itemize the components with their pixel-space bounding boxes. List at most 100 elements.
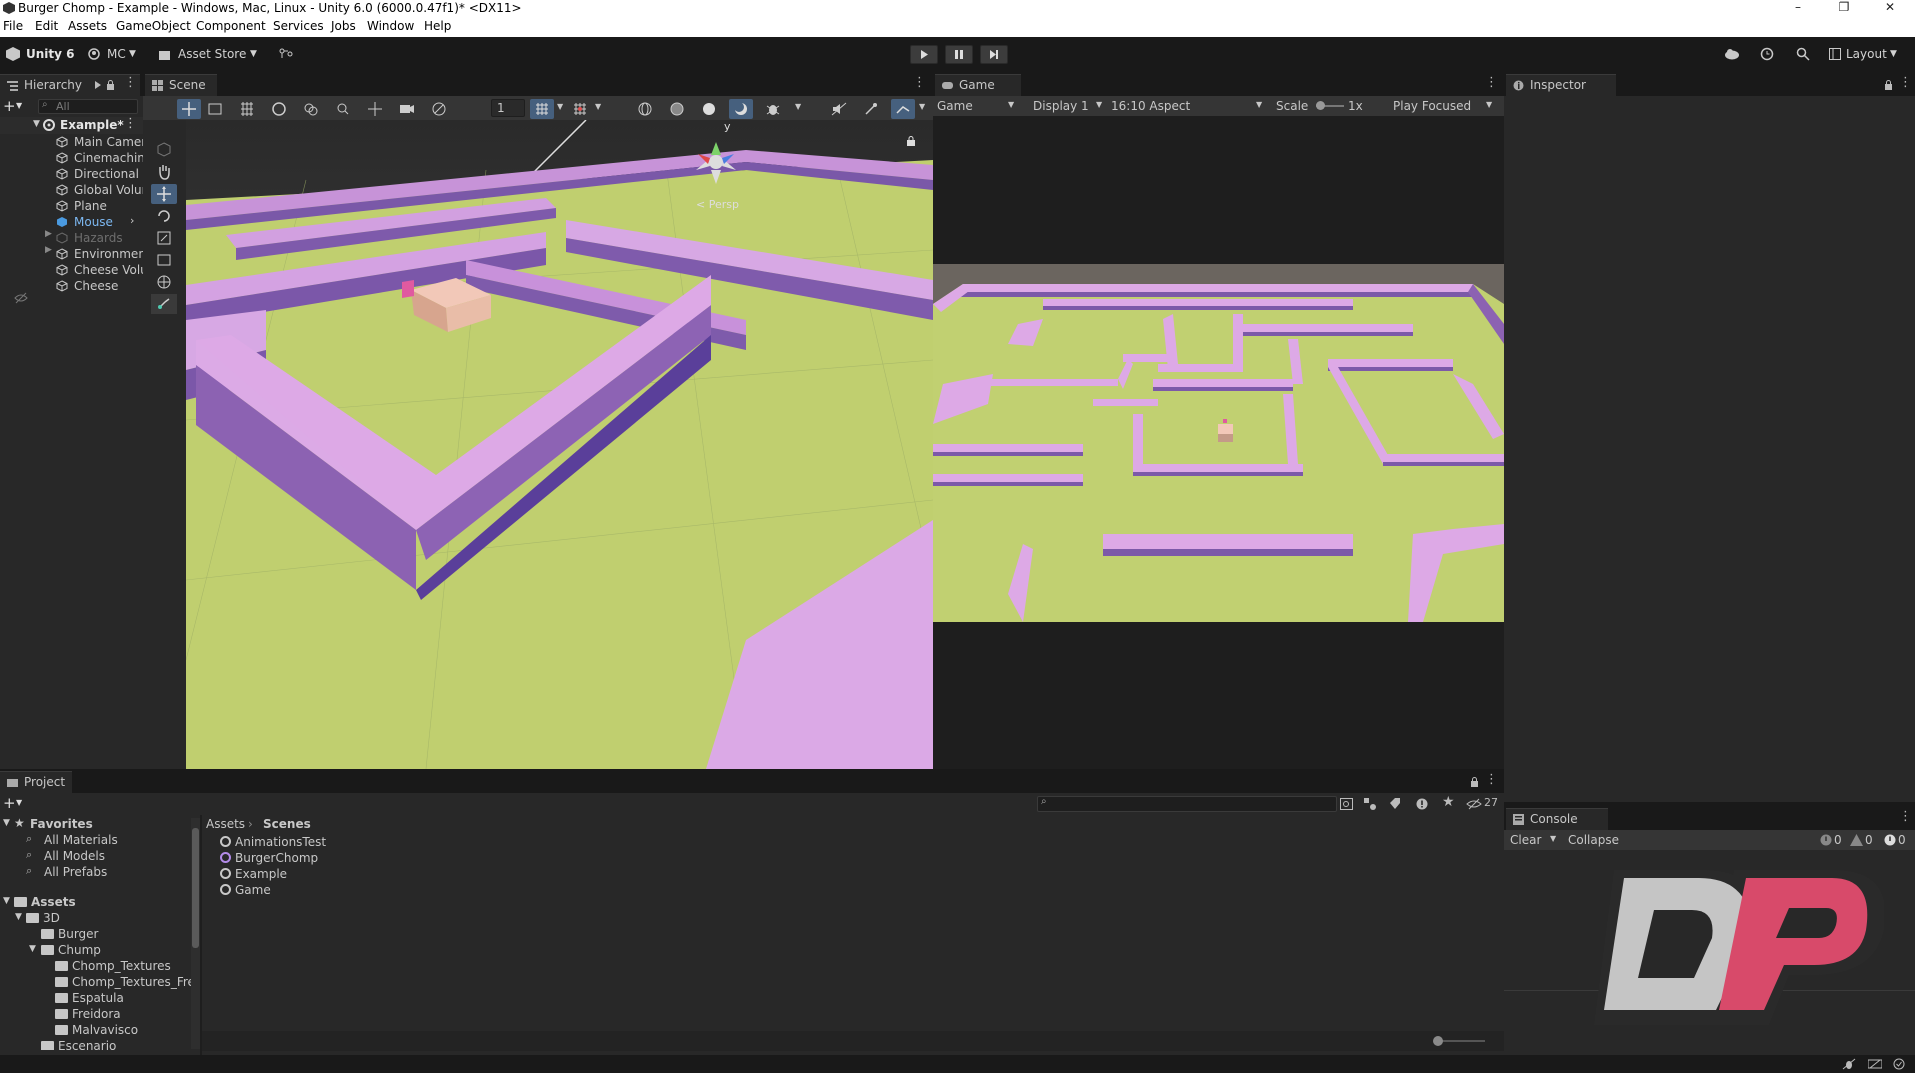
shaded-button[interactable]	[697, 99, 721, 119]
hierarchy-item-global-volume[interactable]: Global Volume	[56, 182, 143, 198]
grid-snap-button[interactable]	[235, 99, 259, 119]
audio-button[interactable]	[827, 99, 851, 119]
cloud-icon[interactable]	[1724, 48, 1740, 60]
snap-button[interactable]	[568, 99, 592, 119]
game-mode-dropdown[interactable]: Game	[937, 99, 973, 113]
menu-services[interactable]: Services	[273, 19, 324, 33]
hierarchy-item-mouse[interactable]: Mouse ›	[56, 214, 143, 230]
lock-icon[interactable]	[1470, 777, 1479, 787]
menu-help[interactable]: Help	[424, 19, 451, 33]
tab-game[interactable]: Game	[935, 74, 1021, 96]
info-icon[interactable]	[1820, 834, 1832, 846]
lock-icon[interactable]	[106, 80, 115, 90]
hierarchy-item-cinemachine[interactable]: Cinemachine	[56, 150, 143, 166]
chevron-right-icon[interactable]: ▶	[45, 229, 52, 239]
favorite-all-models[interactable]: ⌕ All Models	[26, 848, 186, 864]
folder-escenario[interactable]: Escenario	[41, 1038, 200, 1050]
hand-tool-button[interactable]	[151, 162, 177, 182]
tab-scene[interactable]: Scene	[145, 74, 217, 96]
lock-icon[interactable]	[906, 136, 916, 146]
error-icon[interactable]	[1884, 834, 1896, 846]
close-button[interactable]: ✕	[1870, 0, 1910, 17]
folder-freidora[interactable]: Freidora	[55, 1006, 200, 1022]
more-icon[interactable]: ⋮	[1899, 75, 1912, 90]
scale-tool-button[interactable]	[151, 228, 177, 248]
folder-tree-scrollbar[interactable]	[191, 818, 200, 1049]
project-divider[interactable]	[200, 815, 202, 1055]
folder-espatula[interactable]: Espatula	[55, 990, 200, 1006]
gizmos-button[interactable]	[891, 99, 915, 119]
overlay-button[interactable]	[299, 99, 323, 119]
rotate-tool-button[interactable]	[151, 206, 177, 226]
scrollbar-thumb[interactable]	[192, 828, 199, 948]
step-button[interactable]	[980, 45, 1008, 64]
more-icon[interactable]: ⋮	[913, 75, 926, 90]
info-icon[interactable]	[1416, 798, 1428, 810]
folder-chomp-textures[interactable]: Chomp_Textures	[55, 958, 200, 974]
tab-hierarchy[interactable]: Hierarchy	[0, 74, 140, 96]
icon-size-slider-thumb[interactable]	[1433, 1036, 1443, 1046]
hierarchy-search-input[interactable]: ⌕ All	[38, 99, 138, 114]
add-icon[interactable]: +	[3, 97, 16, 115]
scale-slider-thumb[interactable]	[1316, 101, 1325, 110]
add-icon[interactable]: +	[3, 794, 16, 812]
breadcrumb-assets[interactable]: Assets	[206, 817, 245, 831]
progress-icon[interactable]	[1868, 1058, 1882, 1070]
breadcrumb-scenes[interactable]: Scenes	[263, 817, 311, 831]
favorites-label[interactable]: Favorites	[30, 817, 93, 831]
lit-button[interactable]	[729, 99, 753, 119]
draw-mode-button[interactable]	[267, 99, 291, 119]
chevron-right-icon[interactable]: ›	[130, 214, 134, 227]
scene-viewport[interactable]: y < Persp	[186, 120, 933, 769]
perspective-label[interactable]: < Persp	[696, 198, 739, 211]
hierarchy-item-environment[interactable]: Environment	[56, 246, 143, 262]
project-search-input[interactable]: ⌕	[1037, 796, 1337, 812]
folder-malvavisco[interactable]: Malvavisco	[55, 1022, 200, 1038]
pivot-button[interactable]	[203, 99, 227, 119]
grid-size-input[interactable]: 1	[491, 99, 525, 117]
pause-button[interactable]	[945, 45, 973, 64]
chevron-right-icon[interactable]: ▶	[45, 245, 52, 255]
display-dropdown[interactable]: Display 1	[1033, 99, 1089, 113]
camera-button[interactable]	[395, 99, 419, 119]
star-icon[interactable]: ★	[1442, 794, 1455, 810]
asset-store-button[interactable]: Asset Store	[178, 47, 246, 61]
menu-gameobject[interactable]: GameObject	[116, 19, 191, 33]
file-animationstest[interactable]: AnimationsTest	[220, 835, 420, 851]
debug-mode-icon[interactable]	[1842, 1058, 1856, 1070]
compass-button[interactable]	[427, 99, 451, 119]
menu-file[interactable]: File	[3, 19, 23, 33]
effects-button[interactable]	[859, 99, 883, 119]
view-tool-button[interactable]	[151, 140, 177, 160]
account-dropdown[interactable]: MC	[107, 47, 126, 61]
hierarchy-item-directional-light[interactable]: Directional Light	[56, 166, 143, 182]
shaded-wireframe-button[interactable]	[665, 99, 689, 119]
tab-inspector[interactable]: Inspector	[1506, 74, 1616, 96]
menu-jobs[interactable]: Jobs	[331, 19, 356, 33]
menu-assets[interactable]: Assets	[68, 19, 107, 33]
transform-tool-button[interactable]	[151, 272, 177, 292]
collapse-button[interactable]: Collapse	[1568, 833, 1619, 847]
folder-chomp-textures-fre[interactable]: Chomp_Textures_Fre	[55, 974, 200, 990]
clear-button[interactable]: Clear	[1510, 833, 1541, 847]
play-mode-dropdown[interactable]: Play Focused	[1393, 99, 1471, 113]
maximize-button[interactable]: ❐	[1824, 0, 1864, 17]
move-tool-button[interactable]	[151, 184, 177, 204]
menu-window[interactable]: Window	[367, 19, 414, 33]
folder-3d[interactable]: 3D	[26, 910, 196, 926]
custom-tool-button[interactable]	[151, 294, 177, 314]
history-icon[interactable]	[1760, 47, 1774, 61]
more-icon[interactable]: ⋮	[1485, 772, 1498, 787]
search-icon[interactable]	[1796, 47, 1810, 61]
file-example[interactable]: Example	[220, 867, 420, 883]
wireframe-button[interactable]	[633, 99, 657, 119]
more-icon[interactable]: ⋮	[1899, 809, 1912, 824]
folder-assets[interactable]: Assets	[14, 894, 184, 910]
version-control-icon[interactable]	[279, 48, 293, 60]
rect-tool-button[interactable]	[151, 250, 177, 270]
file-burgerchomp[interactable]: BurgerChomp	[220, 851, 420, 867]
folder-chump[interactable]: Chump	[41, 942, 200, 958]
favorite-all-materials[interactable]: ⌕ All Materials	[26, 832, 186, 848]
lock-icon[interactable]	[1884, 80, 1893, 90]
hierarchy-item-main-camera[interactable]: Main Camera	[56, 134, 143, 150]
